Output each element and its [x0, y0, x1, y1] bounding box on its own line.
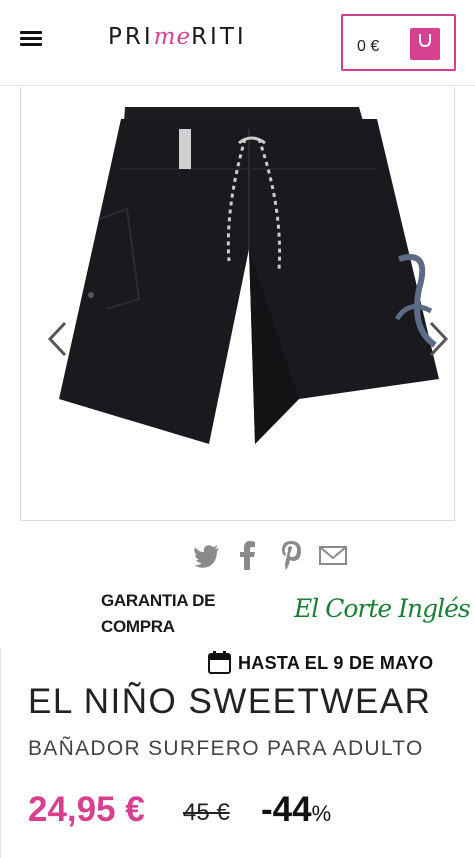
product-image: [59, 107, 439, 444]
site-header: PRImeRITI 0 €: [0, 0, 475, 86]
calendar-icon: [208, 651, 231, 674]
chevron-right-icon[interactable]: [427, 319, 451, 359]
divider: [0, 648, 1, 858]
original-price: 45 €: [183, 799, 230, 826]
guarantee-text: GARANTIA DE COMPRA: [101, 591, 216, 636]
current-price: 24,95 €: [28, 790, 145, 829]
email-icon[interactable]: [318, 540, 348, 570]
chevron-left-icon[interactable]: [45, 319, 69, 359]
el-corte-ingles-logo: El Corte Inglés: [294, 594, 471, 623]
product-brand: EL NIÑO SWEETWEAR: [28, 682, 432, 721]
shopping-bag-icon: [410, 28, 440, 60]
discount-value: -44: [261, 790, 312, 829]
twitter-icon[interactable]: [192, 540, 222, 570]
cart-amount: 0 €: [357, 38, 380, 55]
menu-icon[interactable]: [18, 29, 46, 49]
discount-badge: -44%: [261, 790, 331, 830]
facebook-icon[interactable]: [238, 540, 256, 570]
offer-text: HASTA EL 9 DE MAYO: [238, 653, 434, 673]
site-logo[interactable]: PRImeRITI: [108, 24, 247, 50]
share-bar: [190, 538, 360, 572]
pinterest-icon[interactable]: [280, 540, 302, 570]
cart-button[interactable]: 0 €: [341, 14, 456, 71]
product-subtitle: BAÑADOR SURFERO PARA ADULTO: [28, 737, 424, 760]
discount-unit: %: [311, 801, 332, 826]
product-gallery[interactable]: [20, 87, 455, 521]
